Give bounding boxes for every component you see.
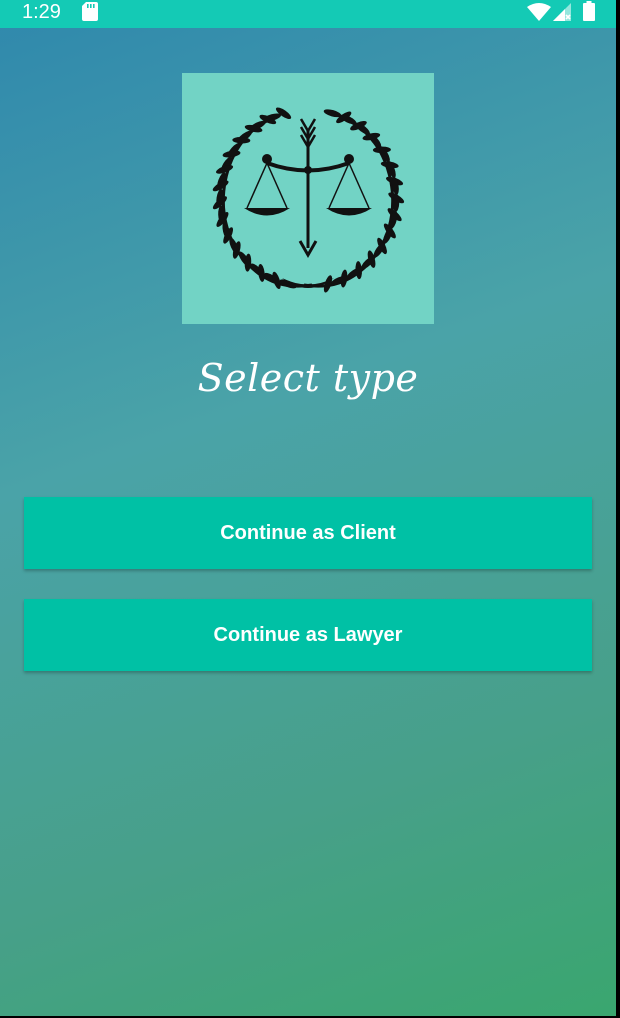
battery-icon (583, 1, 595, 21)
page-title: Select type (197, 356, 419, 400)
app-logo (182, 73, 434, 324)
status-bar: 1:29 (0, 0, 616, 28)
wifi-icon (527, 3, 551, 21)
continue-as-client-button[interactable]: Continue as Client (24, 497, 592, 569)
scales-of-justice-wreath-icon (212, 107, 405, 293)
sd-card-icon (82, 2, 98, 21)
continue-as-lawyer-button[interactable]: Continue as Lawyer (24, 599, 592, 671)
signal-icon (553, 3, 571, 21)
status-time: 1:29 (22, 1, 61, 23)
screen: 1:29 Select type Continue as Client Cont… (0, 0, 616, 1016)
